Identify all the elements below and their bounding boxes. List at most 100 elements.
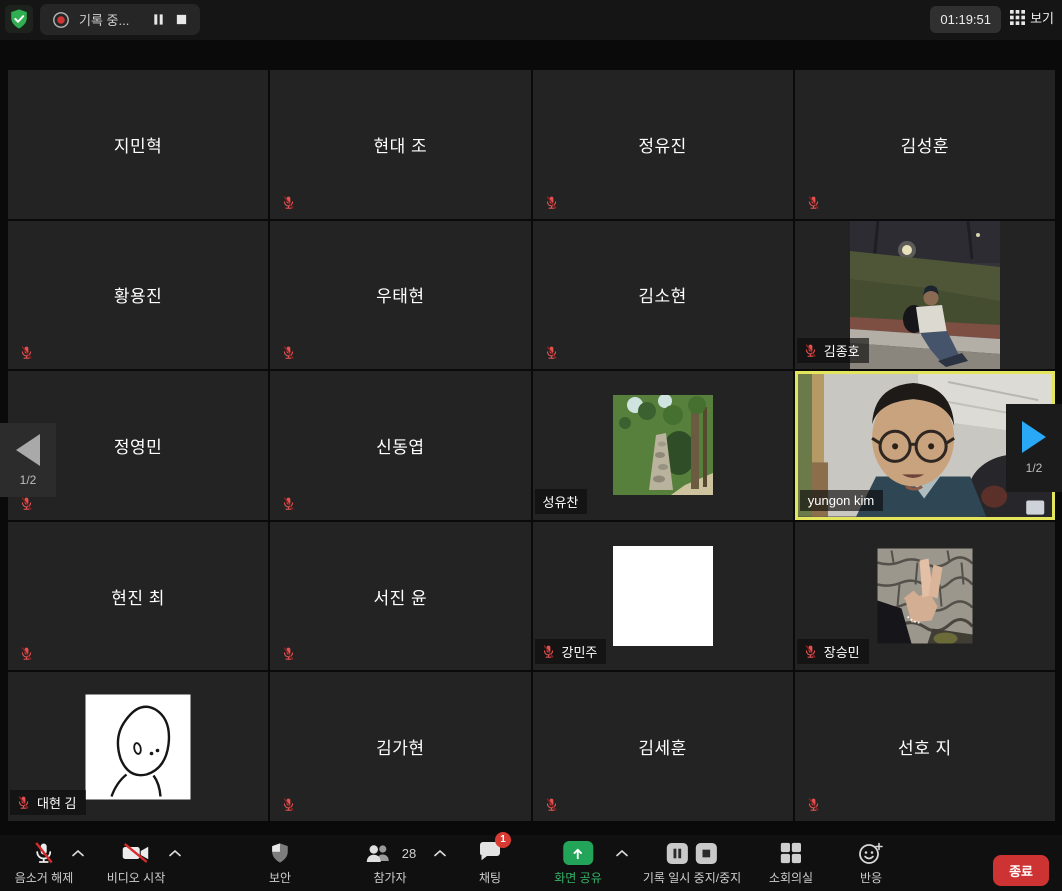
mic-off-icon <box>19 345 34 360</box>
mic-off-icon <box>544 195 559 210</box>
reactions-label: 반응 <box>860 869 882 886</box>
participants-count: 28 <box>402 846 416 861</box>
top-bar: 기록 중... 01:19:51 보기 <box>0 0 1062 40</box>
participant-tile-video[interactable]: 장승민 <box>795 522 1055 671</box>
meeting-toolbar: 음소거 해제 비디오 시작 보안 28 참가자 1 <box>0 835 1062 891</box>
share-screen-button[interactable]: 화면 공유 <box>554 841 602 886</box>
participant-tile[interactable]: 서진 윤 <box>270 522 530 671</box>
pause-recording-icon[interactable] <box>152 13 165 26</box>
breakout-rooms-button[interactable]: 소회의실 <box>769 841 813 886</box>
left-arrow-icon <box>16 434 40 466</box>
video-grid: 지민혁 현대 조 정유진 김성훈 황용진 우태현 김소현 <box>8 70 1055 821</box>
mic-off-icon <box>281 345 296 360</box>
participant-name: 황용진 <box>8 221 268 370</box>
participants-button[interactable]: 28 참가자 <box>364 841 416 886</box>
participant-name: 신동엽 <box>270 371 530 520</box>
recording-controls-label: 기록 일시 중지/중지 <box>643 869 741 886</box>
participant-name: 성유찬 <box>543 492 579 511</box>
video-options-chevron[interactable] <box>169 850 181 857</box>
participant-label: 강민주 <box>535 639 607 664</box>
participant-label: 대현 김 <box>10 790 86 815</box>
participant-tile[interactable]: 지민혁 <box>8 70 268 219</box>
participant-tile-video[interactable]: 강민주 <box>533 522 793 671</box>
security-shield-icon <box>269 842 291 864</box>
participant-tile-video[interactable]: 대현 김 <box>8 672 268 821</box>
participant-label: 장승민 <box>797 639 869 664</box>
participant-tile[interactable]: 김가현 <box>270 672 530 821</box>
pause-recording-icon[interactable] <box>666 842 689 865</box>
participant-tile[interactable]: 황용진 <box>8 221 268 370</box>
stop-recording-icon[interactable] <box>695 842 718 865</box>
video-hand-peace-sign-on-pavement <box>877 549 972 644</box>
breakout-rooms-label: 소회의실 <box>769 869 813 886</box>
chat-unread-badge: 1 <box>495 832 511 848</box>
participant-name: 선호 지 <box>795 672 1055 821</box>
recording-controls[interactable]: 기록 일시 중지/중지 <box>643 841 741 886</box>
mic-off-icon <box>544 797 559 812</box>
mic-off-icon <box>806 797 821 812</box>
security-button[interactable]: 보안 <box>269 841 291 886</box>
participants-options-chevron[interactable] <box>434 850 446 857</box>
participant-tile[interactable]: 김성훈 <box>795 70 1055 219</box>
start-video-label: 비디오 시작 <box>107 869 166 886</box>
participant-name: 강민주 <box>562 642 598 661</box>
participant-tile[interactable]: 신동엽 <box>270 371 530 520</box>
participant-tile[interactable]: 김세훈 <box>533 672 793 821</box>
participant-tile[interactable]: 선호 지 <box>795 672 1055 821</box>
reactions-button[interactable]: 반응 <box>858 841 884 886</box>
participant-tile[interactable]: 정유진 <box>533 70 793 219</box>
view-label: 보기 <box>1030 8 1054 27</box>
mic-off-icon <box>281 797 296 812</box>
video-drawing-simple-face <box>86 694 191 799</box>
participant-name: 김종호 <box>824 341 860 360</box>
recording-label: 기록 중... <box>79 10 129 29</box>
participant-tile-video[interactable]: 성유찬 <box>533 371 793 520</box>
next-page-button[interactable]: 1/2 <box>1006 404 1062 492</box>
mic-off-icon <box>803 644 818 659</box>
participant-tile-video[interactable]: 김종호 <box>795 221 1055 370</box>
page-indicator: 1/2 <box>1026 461 1043 475</box>
participant-tile[interactable]: 김소현 <box>533 221 793 370</box>
grid-view-icon <box>1010 10 1025 25</box>
end-meeting-button[interactable]: 종료 <box>993 855 1049 886</box>
meeting-timer: 01:19:51 <box>930 6 1001 33</box>
start-video-button[interactable]: 비디오 시작 <box>107 841 166 886</box>
video-white-square <box>613 546 713 646</box>
participant-name: 김세훈 <box>533 672 793 821</box>
participant-name: 현진 최 <box>8 522 268 671</box>
participant-tile[interactable]: 현대 조 <box>270 70 530 219</box>
mic-off-icon <box>541 644 556 659</box>
audio-options-chevron[interactable] <box>72 850 84 857</box>
page-indicator: 1/2 <box>20 473 37 487</box>
participant-name: 장승민 <box>824 642 860 661</box>
participant-label: 성유찬 <box>535 489 588 514</box>
participant-name: 김성훈 <box>795 70 1055 219</box>
mic-off-icon <box>281 195 296 210</box>
share-options-chevron[interactable] <box>616 850 628 857</box>
unmute-label: 음소거 해제 <box>15 869 74 886</box>
participants-icon <box>364 841 392 865</box>
shield-check-icon <box>8 8 30 30</box>
participants-label: 참가자 <box>373 869 406 886</box>
participant-name: 우태현 <box>270 221 530 370</box>
mic-off-icon <box>806 195 821 210</box>
stop-recording-icon[interactable] <box>175 13 188 26</box>
mic-off-icon <box>544 345 559 360</box>
participant-name: yungon kim <box>808 493 874 508</box>
chat-button[interactable]: 1 채팅 <box>478 841 502 886</box>
participant-tile[interactable]: 현진 최 <box>8 522 268 671</box>
meeting-info-button[interactable] <box>5 5 33 33</box>
participant-label: 김종호 <box>797 338 869 363</box>
video-forest-stone-path <box>613 395 713 495</box>
mic-off-icon <box>803 343 818 358</box>
mic-off-icon <box>19 496 34 511</box>
recording-indicator: 기록 중... <box>40 4 200 35</box>
participant-tile[interactable]: 우태현 <box>270 221 530 370</box>
unmute-button[interactable]: 음소거 해제 <box>15 841 74 886</box>
mic-off-icon <box>281 496 296 511</box>
right-arrow-icon <box>1022 421 1046 453</box>
previous-page-button[interactable]: 1/2 <box>0 423 56 497</box>
participant-name: 지민혁 <box>8 70 268 219</box>
participant-name: 김소현 <box>533 221 793 370</box>
view-button[interactable]: 보기 <box>1010 8 1054 27</box>
